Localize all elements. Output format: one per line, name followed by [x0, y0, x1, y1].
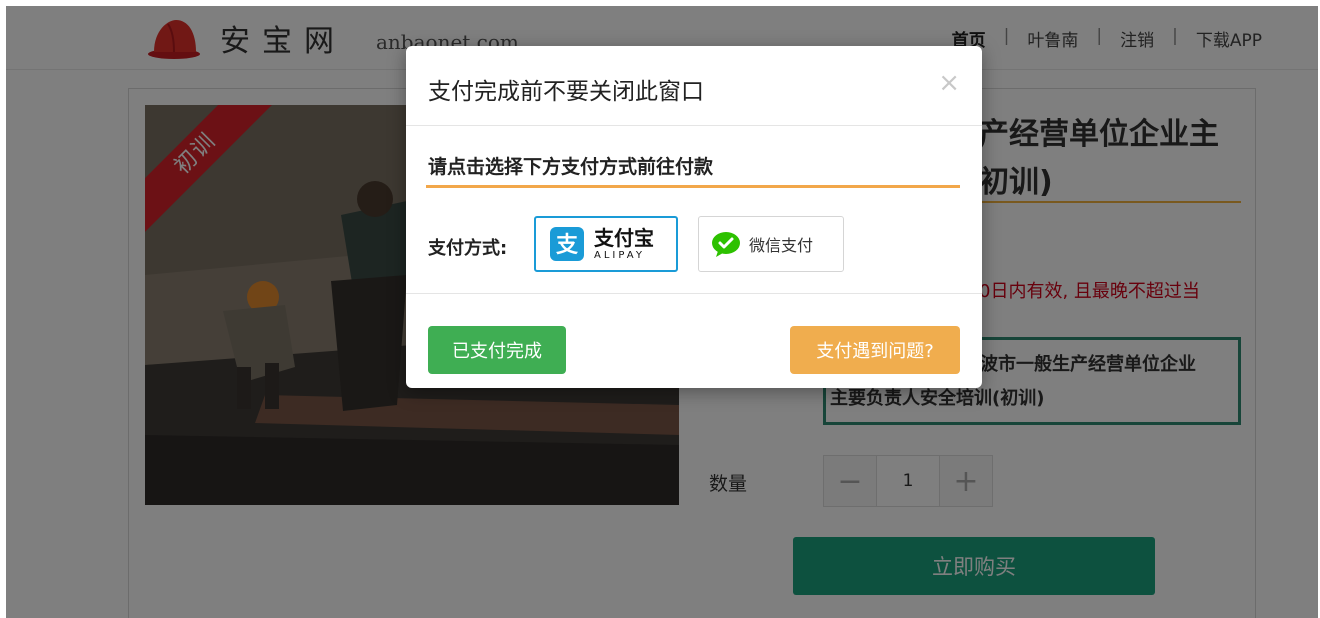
modal-footer: 已支付完成 支付遇到问题?	[406, 294, 982, 386]
wechat-pay-option-button[interactable]: 微信支付	[698, 216, 844, 272]
alipay-label-en: ALIPAY	[594, 249, 645, 261]
modal-header: 支付完成前不要关闭此窗口 ×	[406, 46, 982, 126]
svg-text:支: 支	[556, 233, 579, 258]
wechat-pay-label: 微信支付	[749, 236, 814, 255]
payment-instruction: 请点击选择下方支付方式前往付款	[428, 156, 714, 178]
modal-title: 支付完成前不要关闭此窗口	[428, 79, 704, 105]
payment-method-label: 支付方式:	[428, 238, 508, 259]
alipay-label: 支付宝 ALIPAY	[594, 228, 654, 261]
payment-problem-button[interactable]: 支付遇到问题?	[790, 326, 960, 374]
instruction-underline	[426, 185, 960, 188]
modal-body: 请点击选择下方支付方式前往付款 支付方式: 支 支付宝 ALIPAY 微信支付	[406, 126, 982, 294]
alipay-label-cn: 支付宝	[594, 225, 654, 250]
wechat-icon	[712, 232, 740, 257]
payment-completed-button[interactable]: 已支付完成	[428, 326, 566, 374]
close-icon[interactable]: ×	[938, 68, 960, 98]
payment-modal: 支付完成前不要关闭此窗口 × 请点击选择下方支付方式前往付款 支付方式: 支 支…	[406, 46, 982, 388]
alipay-icon: 支	[550, 227, 584, 261]
page-frame: 安宝网 anbaonet.com 首页 | 叶鲁南 | 注销 | 下载APP	[6, 6, 1318, 618]
alipay-option-button[interactable]: 支 支付宝 ALIPAY	[534, 216, 678, 272]
